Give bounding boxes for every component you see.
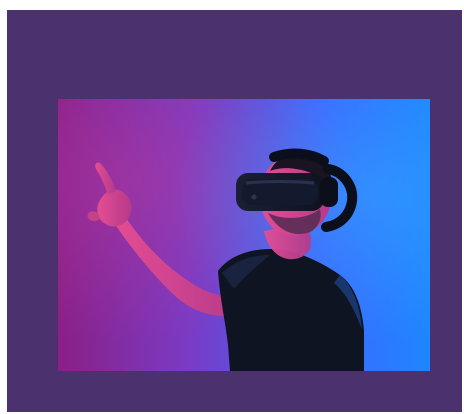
vr-illustration bbox=[58, 99, 430, 371]
vr-photo bbox=[58, 99, 430, 371]
image-frame bbox=[7, 10, 462, 412]
